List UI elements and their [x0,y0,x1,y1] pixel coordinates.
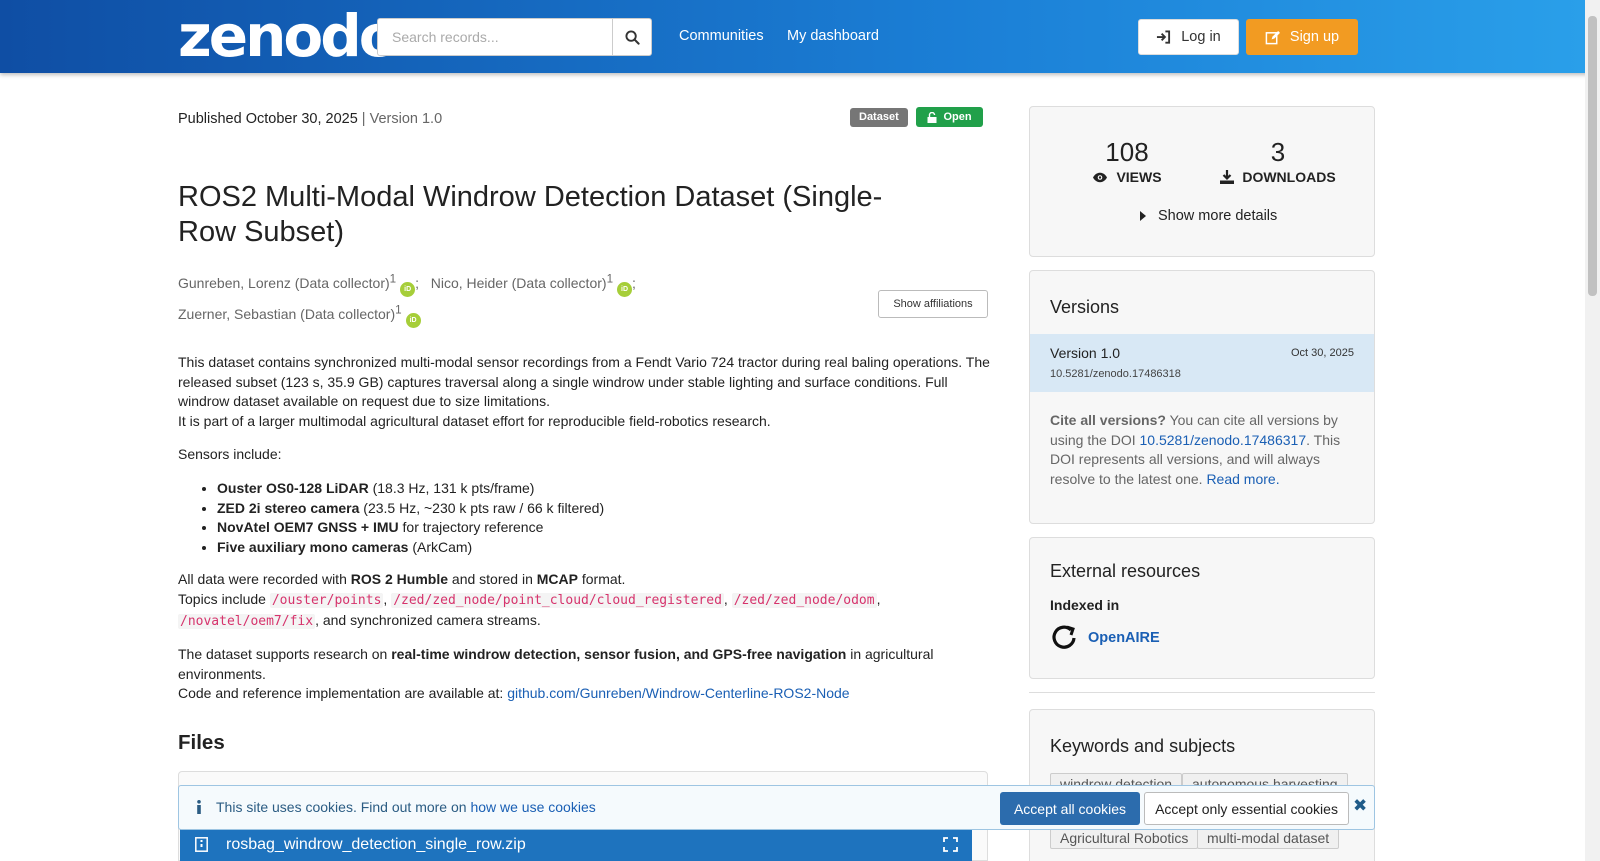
list-item: Five auxiliary mono cameras (ArkCam) [217,538,990,558]
access-badge: Open [916,107,983,127]
topic-code: /ouster/points [269,592,384,608]
nav-my-dashboard[interactable]: My dashboard [787,28,879,44]
external-resources-card: External resources Indexed in OpenAIRE [1029,537,1375,679]
downloads-count: 3 [1270,137,1286,167]
separator: ; [415,274,420,291]
topic-code: /zed/zed_node/point_cloud/cloud_register… [391,592,724,608]
openaire-logo-icon [1052,625,1076,649]
header: zenodo Communities My dashboard Log in S… [0,0,1600,73]
access-label: Open [943,111,972,123]
zenodo-logo[interactable]: zenodo [178,6,399,66]
file-archive-icon [195,837,208,852]
github-link[interactable]: github.com/Gunreben/Windrow-Centerline-R… [507,685,849,701]
record-description: This dataset contains synchronized multi… [178,353,990,718]
file-row[interactable]: rosbag_windrow_detection_single_row.zip [180,828,972,861]
eye-icon [1093,172,1108,182]
desc-paragraph: All data were recorded with ROS 2 Humble… [178,571,881,629]
version-name[interactable]: Version 1.0 [1050,345,1120,361]
views-count: 108 [1105,137,1149,167]
creator-item[interactable]: Nico, Heider (Data collector)1iD; [430,272,636,297]
version-item[interactable]: Version 1.0 Oct 30, 2025 10.5281/zenodo.… [1030,334,1374,392]
cookie-message: This site uses cookies. Find out more on [216,799,471,815]
keywords-heading: Keywords and subjects [1050,736,1236,756]
scrollbar-thumb[interactable] [1588,16,1597,296]
caret-right-icon [1140,211,1146,221]
sidebar-divider [1029,692,1375,693]
show-more-details[interactable]: Show more details [1140,208,1277,224]
desc-paragraph: The dataset supports research on real-ti… [178,646,934,702]
file-name[interactable]: rosbag_windrow_detection_single_row.zip [226,836,526,854]
creator-item[interactable]: Gunreben, Lorenz (Data collector)1iD; [178,272,420,297]
search-input[interactable] [377,18,612,56]
creator-name: Gunreben, Lorenz (Data collector) [178,274,390,291]
creator-name: Nico, Heider (Data collector) [430,274,607,291]
read-more-link[interactable]: Read more. [1206,471,1279,487]
cookie-banner: This site uses cookies. Find out more on… [178,785,1375,830]
page-scrollbar[interactable] [1585,0,1600,861]
login-label: Log in [1181,29,1221,45]
topic-code: /zed/zed_node/odom [731,592,877,608]
sensor-list: Ouster OS0-128 LiDAR (18.3 Hz, 131 k pts… [217,479,990,557]
separator: ; [632,274,636,291]
downloads-label: DOWNLOADS [1242,169,1336,185]
version-label: | Version 1.0 [361,111,443,127]
desc-paragraph: It is part of a larger multimodal agricu… [178,412,771,429]
keyword-tag[interactable]: multi-modal dataset [1197,827,1340,849]
affiliation-number: 1 [395,303,402,317]
accept-essential-cookies-button[interactable]: Accept only essential cookies [1144,792,1349,825]
versions-heading: Versions [1050,297,1120,317]
orcid-icon[interactable]: iD [400,281,416,297]
nav-communities[interactable]: Communities [679,28,764,44]
external-heading: External resources [1050,561,1201,581]
show-affiliations-button[interactable]: Show affiliations [878,290,988,318]
cite-all-versions: Cite all versions? You can cite all vers… [1050,412,1341,487]
record-title: ROS2 Multi-Modal Windrow Detection Datas… [178,181,883,248]
affiliation-number: 1 [389,272,397,285]
versions-card: Versions Version 1.0 Oct 30, 2025 10.528… [1029,270,1375,524]
concept-doi-link[interactable]: 10.5281/zenodo.17486317 [1140,432,1307,448]
cookie-policy-link[interactable]: how we use cookies [470,799,595,815]
desc-paragraph: This dataset contains synchronized multi… [178,354,990,410]
search-bar [377,18,652,56]
openaire-label[interactable]: OpenAIRE [1088,630,1160,646]
creators-list: Gunreben, Lorenz (Data collector)1iD; Ni… [178,265,858,329]
search-icon [624,29,640,45]
list-item: ZED 2i stereo camera (23.5 Hz, ~230 k pt… [217,499,990,519]
unlock-icon [927,111,937,123]
resource-type-badge: Dataset [850,108,908,127]
accept-all-cookies-button[interactable]: Accept all cookies [1000,792,1140,825]
creator-name: Zuerner, Sebastian (Data collector) [178,306,396,323]
list-item: NovAtel OEM7 GNSS + IMU for trajectory r… [217,518,990,538]
version-date: Oct 30, 2025 [1291,347,1354,359]
login-icon [1157,30,1171,44]
downloads-stat: 3 DOWNLOADS [1217,137,1339,185]
close-icon[interactable]: ✖ [1353,796,1367,816]
keyword-tag[interactable]: Agricultural Robotics [1050,827,1199,849]
expand-icon[interactable] [943,837,958,852]
views-label: VIEWS [1116,169,1162,185]
show-more-label: Show more details [1158,208,1278,224]
info-icon [197,800,201,814]
orcid-icon[interactable]: iD [405,313,421,329]
edit-icon [1265,30,1280,44]
views-stat: 108 VIEWS [1067,137,1187,185]
published-date: Published October 30, 2025 [178,111,358,127]
version-doi: 10.5281/zenodo.17486318 [1050,368,1181,380]
openaire-link[interactable]: OpenAIRE [1050,624,1160,652]
sensors-intro: Sensors include: [178,446,282,463]
stats-card: 108 VIEWS 3 DOWNLOADS Show more details [1029,106,1375,257]
files-heading: Files [178,731,225,754]
indexed-in-label: Indexed in [1050,597,1120,613]
signup-label: Sign up [1289,29,1340,45]
search-button[interactable] [612,18,652,56]
creator-item[interactable]: Zuerner, Sebastian (Data collector)1iD [178,303,421,329]
list-item: Ouster OS0-128 LiDAR (18.3 Hz, 131 k pts… [217,479,990,499]
affiliation-number: 1 [606,272,614,285]
login-button[interactable]: Log in [1138,19,1239,55]
published-info: Published October 30, 2025 | Version 1.0 [178,111,442,127]
orcid-icon[interactable]: iD [617,281,633,297]
topic-code: /novatel/oem7/fix [178,613,316,629]
download-icon [1220,170,1235,184]
signup-button[interactable]: Sign up [1246,19,1358,55]
